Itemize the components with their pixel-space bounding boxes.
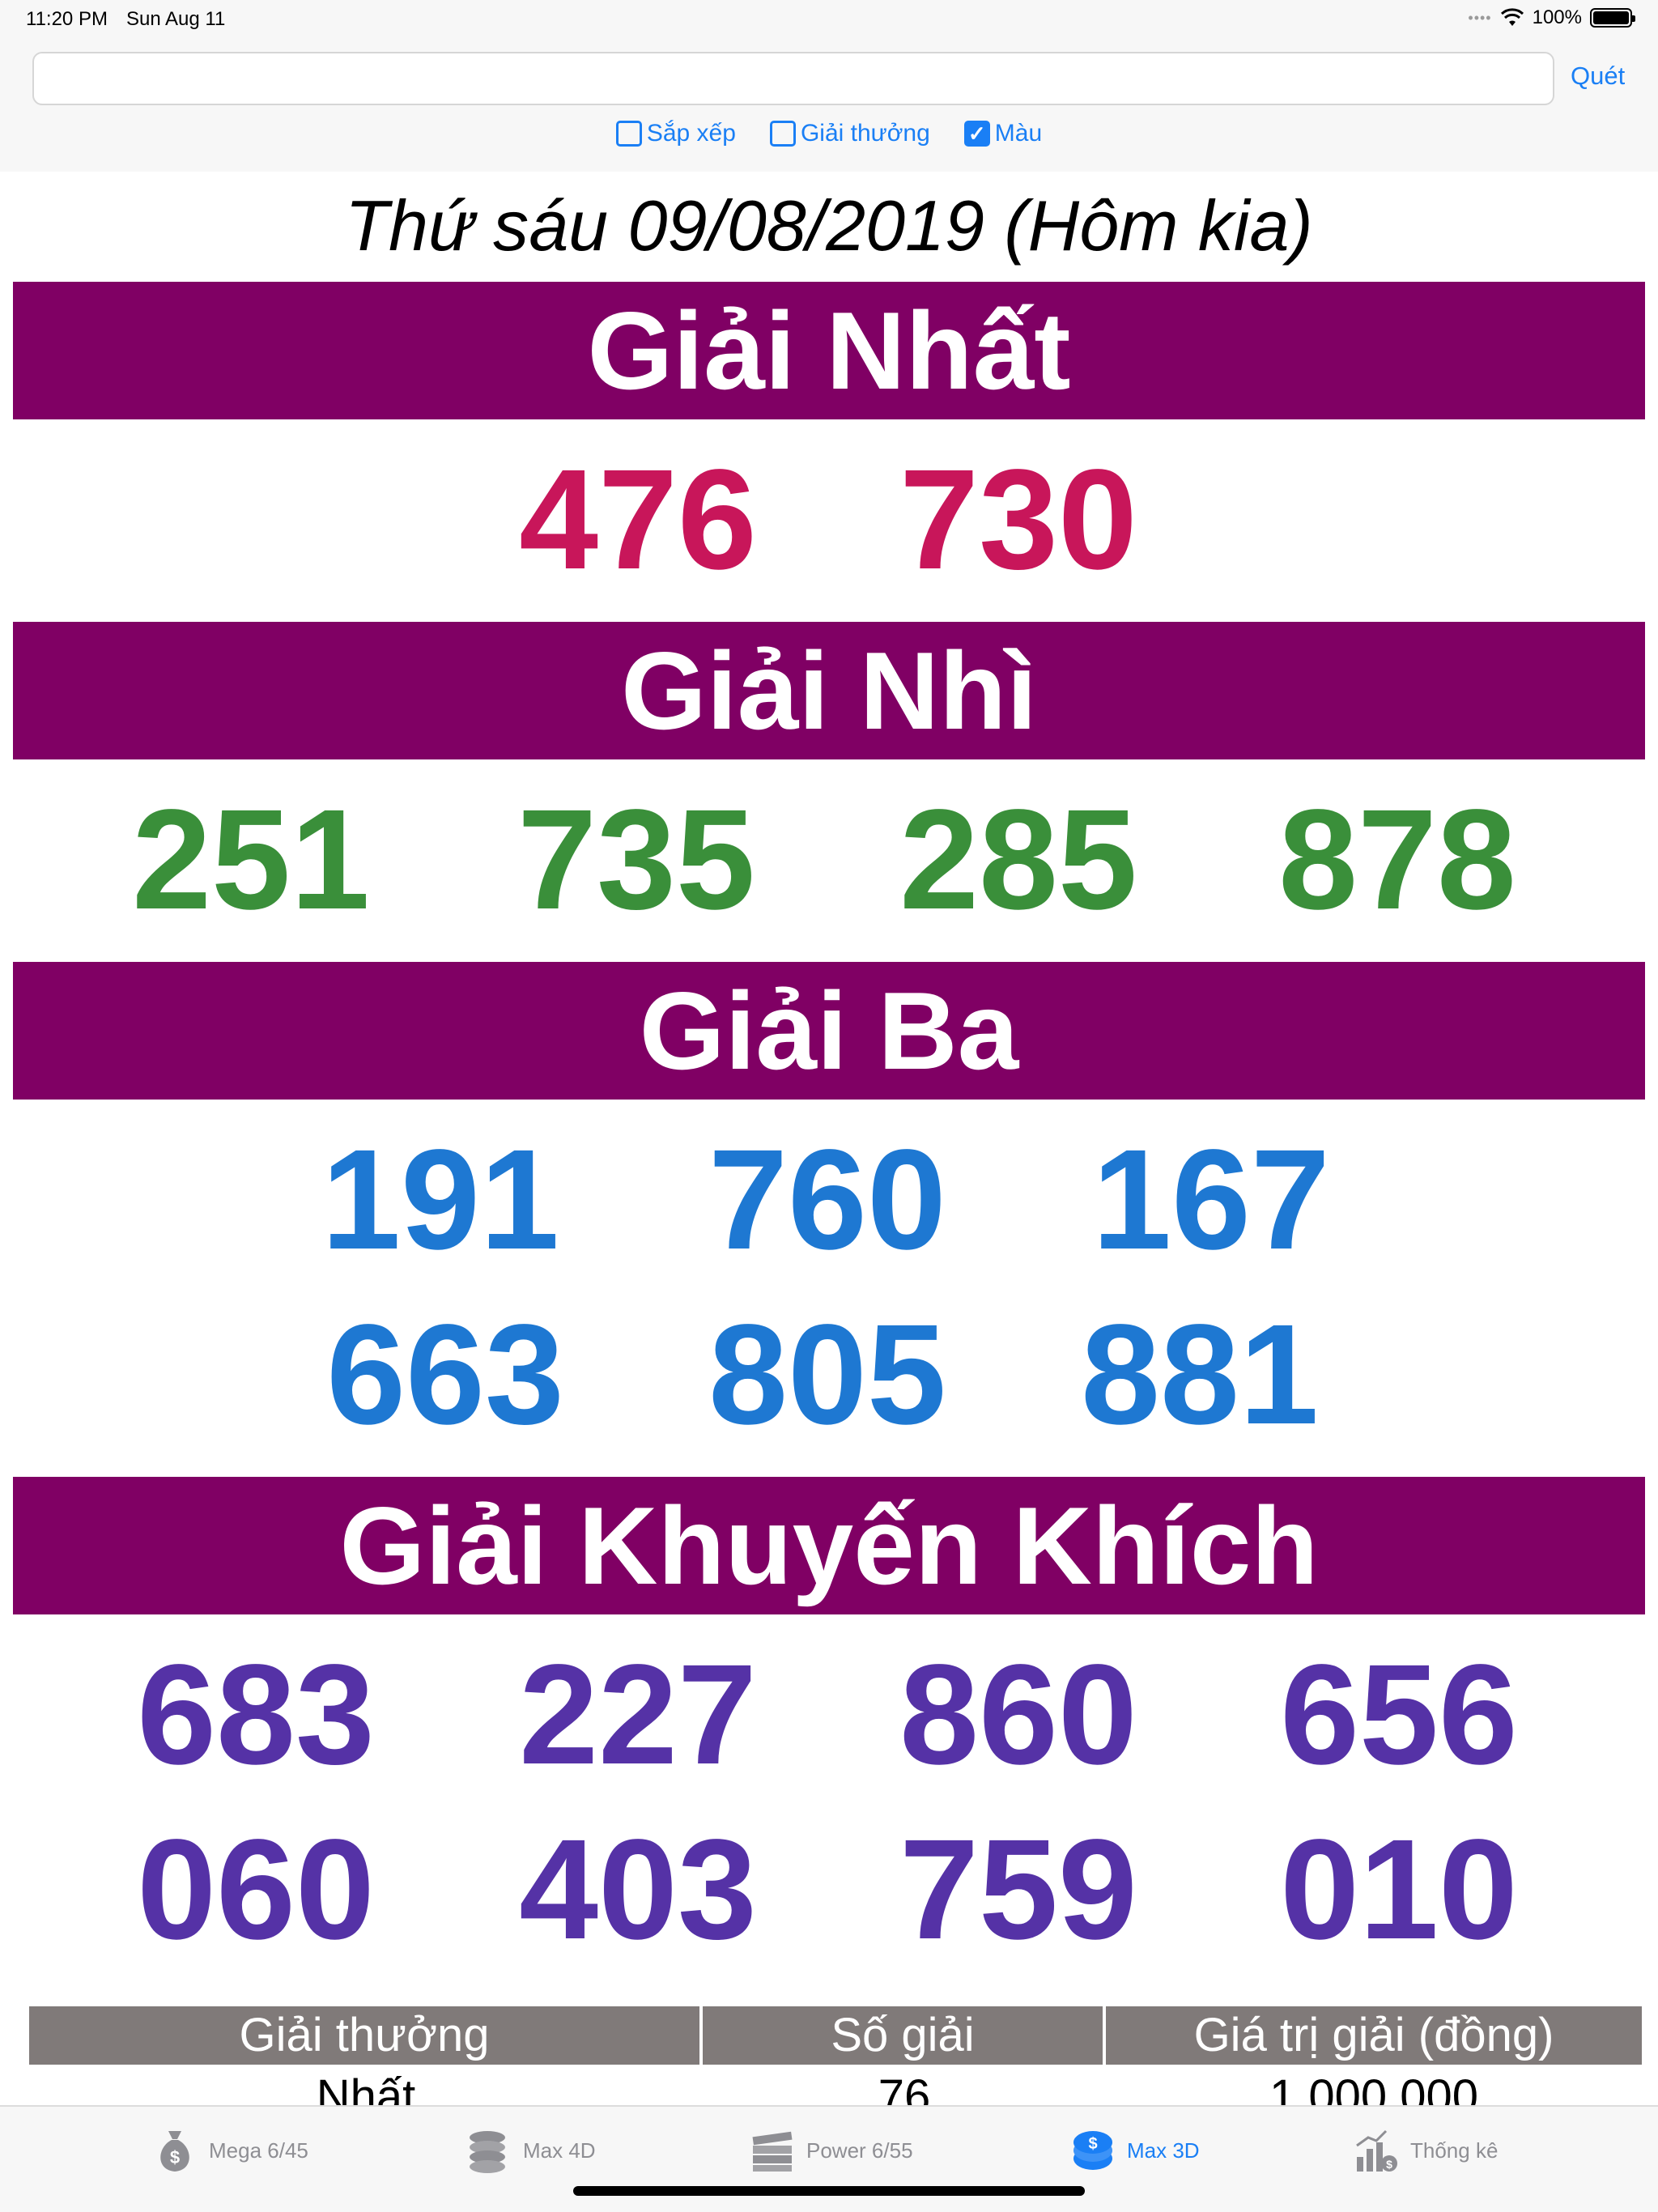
scan-button[interactable]: Quét [1571, 62, 1625, 91]
option-prize[interactable]: Giải thưởng [769, 120, 930, 147]
option-sort[interactable]: Sắp xếp [615, 120, 736, 147]
third-prize-number: 191 [321, 1121, 559, 1279]
option-color[interactable]: ✓ Màu [963, 120, 1043, 147]
stats-chart-icon: $ [1356, 2129, 1397, 2172]
tab-bar: $ Mega 6/45 Max 4D Power 6/55 $ Max 3D $… [0, 2105, 1658, 2212]
prize-checkbox[interactable] [769, 121, 796, 147]
tab-label: Thống kê [1410, 2138, 1499, 2163]
cash-stack-icon [752, 2131, 793, 2172]
second-prize-number: 735 [517, 781, 755, 939]
battery-icon [1590, 8, 1635, 28]
sort-label: Sắp xếp [646, 120, 736, 147]
third-prize-number: 167 [1092, 1121, 1330, 1279]
prize-value-table: Giải thưởng Số giải Giá trị giải (đồng) … [29, 2006, 1642, 2113]
consolation-prize-row: 683 227 860 656 [0, 1642, 1658, 1788]
second-prize-number: 251 [132, 781, 370, 939]
multitasking-dots-icon: •••• [1468, 9, 1492, 26]
second-prize-number: 285 [899, 781, 1137, 939]
search-header: Quét Sắp xếp Giải thưởng ✓ Màu [0, 40, 1658, 172]
status-date: Sun Aug 11 [126, 8, 226, 30]
third-prize-row: 663 805 881 [0, 1302, 1658, 1448]
third-prize-number: 805 [708, 1295, 946, 1454]
filter-options: Sắp xếp Giải thưởng ✓ Màu [0, 120, 1658, 147]
svg-text:$: $ [170, 2147, 180, 2167]
svg-text:$: $ [1088, 2135, 1097, 2153]
tab-statistics[interactable]: $ Thống kê [1354, 2126, 1498, 2175]
consolation-prize-number: 759 [899, 1810, 1137, 1969]
third-prize-number: 663 [326, 1295, 564, 1454]
coin-dollar-icon: $ [1073, 2131, 1112, 2170]
money-bag-icon: $ [160, 2131, 189, 2172]
color-checkbox[interactable]: ✓ [963, 121, 990, 147]
table-header: Giải thưởng Số giải Giá trị giải (đồng) [29, 2006, 1642, 2065]
first-prize-number: 730 [899, 440, 1137, 599]
tab-power-655[interactable]: Power 6/55 [750, 2126, 913, 2175]
tab-label: Max 3D [1127, 2138, 1200, 2163]
svg-text:$: $ [1386, 2158, 1392, 2171]
consolation-prize-number: 403 [519, 1810, 757, 1969]
battery-percent: 100% [1532, 6, 1582, 28]
column-header: Giải thưởng [29, 2006, 703, 2065]
status-right: •••• 100% [1468, 6, 1635, 29]
status-bar: 11:20 PM Sun Aug 11 •••• 100% [0, 0, 1658, 40]
status-time: 11:20 PM [26, 8, 108, 30]
tab-label: Power 6/55 [806, 2138, 913, 2163]
consolation-prize-number: 683 [137, 1636, 375, 1794]
prize-band-third: Giải Ba [13, 962, 1645, 1100]
consolation-prize-row: 060 403 759 010 [0, 1817, 1658, 1963]
tab-label: Max 4D [523, 2138, 596, 2163]
column-header: Giá trị giải (đồng) [1106, 2006, 1642, 2065]
tab-mega-645[interactable]: $ Mega 6/45 [152, 2126, 308, 2175]
prize-band-first: Giải Nhất [13, 282, 1645, 419]
consolation-prize-number: 656 [1280, 1636, 1518, 1794]
sort-checkbox[interactable] [615, 121, 642, 147]
prize-band-consolation: Giải Khuyến Khích [13, 1477, 1645, 1614]
tab-max-3d[interactable]: $ Max 3D [1070, 2126, 1200, 2175]
third-prize-number: 760 [708, 1121, 946, 1279]
wifi-icon [1500, 8, 1524, 26]
search-input[interactable] [32, 52, 1554, 105]
consolation-prize-number: 860 [899, 1636, 1137, 1794]
column-header: Số giải [703, 2006, 1106, 2065]
coin-stack-icon [470, 2131, 505, 2173]
first-prize-number: 476 [519, 440, 757, 599]
second-prize-number: 878 [1278, 781, 1516, 939]
consolation-prize-number: 010 [1280, 1810, 1518, 1969]
prize-band-second: Giải Nhì [13, 622, 1645, 759]
consolation-prize-number: 227 [519, 1636, 757, 1794]
first-prize-row: 476 730 [0, 447, 1658, 593]
tab-max-4d[interactable]: Max 4D [466, 2126, 596, 2175]
second-prize-row: 251 735 285 878 [0, 787, 1658, 933]
home-indicator[interactable] [573, 2186, 1085, 2196]
tab-label: Mega 6/45 [209, 2138, 308, 2163]
color-label: Màu [994, 120, 1043, 147]
third-prize-number: 881 [1081, 1295, 1319, 1454]
consolation-prize-number: 060 [137, 1810, 375, 1969]
draw-date: Thứ sáu 09/08/2019 (Hôm kia) [345, 185, 1313, 266]
prize-label: Giải thưởng [800, 120, 930, 147]
third-prize-row: 191 760 167 [0, 1127, 1658, 1273]
